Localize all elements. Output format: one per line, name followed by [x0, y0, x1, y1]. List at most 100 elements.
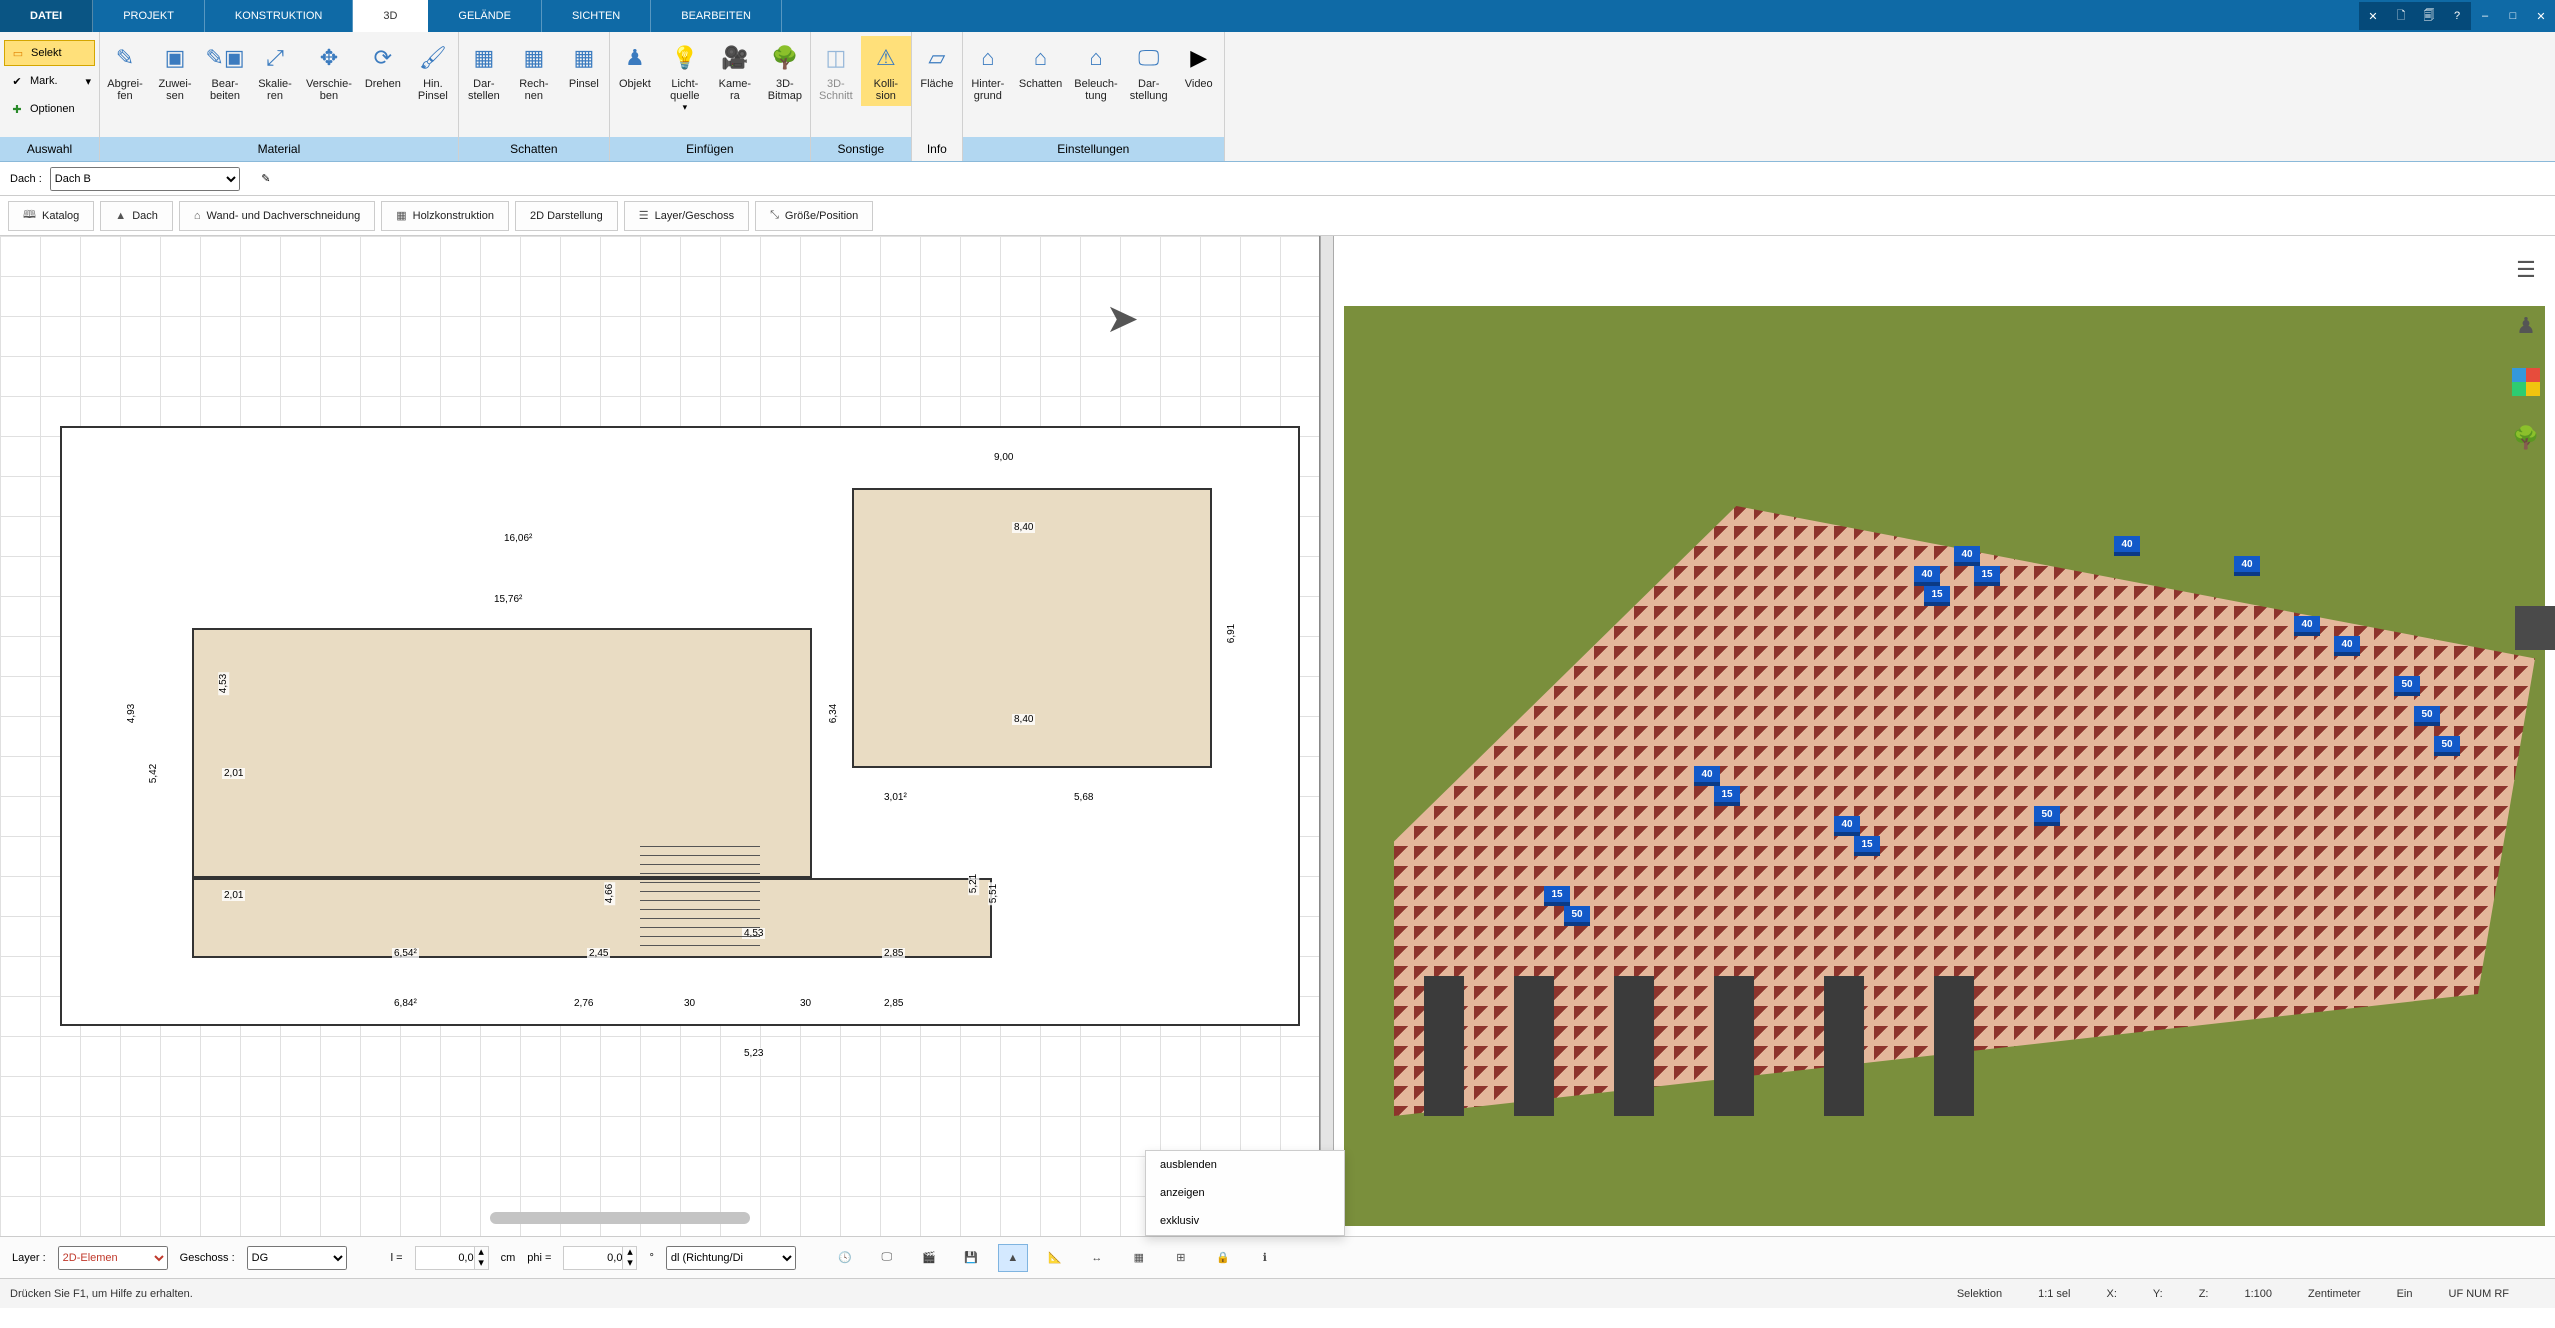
3dbitmap-button[interactable]: 🌳3D- Bitmap [760, 36, 810, 106]
room-lower[interactable] [192, 878, 992, 958]
subtab-katalog[interactable]: 🕮Katalog [8, 201, 94, 231]
dim: 4,93 [126, 702, 137, 725]
ctx-exklusiv[interactable]: exklusiv [1146, 1207, 1344, 1235]
disk-icon[interactable]: 💾 [956, 1244, 986, 1272]
layers-icon[interactable]: ☰ [2508, 252, 2544, 288]
darstellung-button[interactable]: 🖵Dar- stellung [1124, 36, 1174, 106]
view-2d[interactable]: ➤ 9,00 16,06² 5,42 4,93 15,76² 4,53 2,01… [0, 236, 1320, 1236]
ruler-icon[interactable]: 📐 [1040, 1244, 1070, 1272]
ortho-icon[interactable]: ↔ [1082, 1244, 1112, 1272]
furniture-icon[interactable]: ♟ [2508, 308, 2544, 344]
column[interactable] [1614, 976, 1654, 1116]
ctx-anzeigen[interactable]: anzeigen [1146, 1179, 1344, 1207]
play-icon: ▶ [1181, 40, 1217, 76]
screen-icon[interactable]: 🖵 [872, 1244, 902, 1272]
column[interactable] [1824, 976, 1864, 1116]
dim: 2,85 [882, 948, 905, 959]
dimension-tag: 40 [1694, 766, 1720, 786]
help-icon[interactable]: ? [2443, 2, 2471, 30]
schatten-settings-button[interactable]: ⌂Schatten [1013, 36, 1068, 94]
phi-input[interactable] [563, 1246, 623, 1270]
3dschnitt-button[interactable]: ◫3D- Schnitt [811, 36, 861, 106]
darstellen-button[interactable]: ▦Dar- stellen [459, 36, 509, 106]
hintergrund-button[interactable]: ⌂Hinter- grund [963, 36, 1013, 106]
l-input[interactable] [415, 1246, 475, 1270]
l-spinner[interactable]: ▴▾ [475, 1246, 489, 1270]
subtab-layer[interactable]: ☰Layer/Geschoss [624, 201, 749, 231]
view-3d[interactable]: 401540154040404050505015504015401550 ☰ ♟… [1334, 236, 2555, 1236]
mark-button[interactable]: ✔Mark.▾ [4, 68, 95, 94]
copy-icon[interactable]: 🗐 [2415, 2, 2443, 30]
cube-icon: ▦ [466, 40, 502, 76]
info-icon[interactable]: ℹ [1250, 1244, 1280, 1272]
view-splitter[interactable] [1320, 236, 1334, 1236]
subtab-2d[interactable]: 2D Darstellung [515, 201, 618, 231]
right-tool-rail: ☰ ♟ 🌳 [2505, 252, 2547, 456]
rail-drag-handle[interactable] [2515, 606, 2555, 650]
skalieren-button[interactable]: ⤢Skalie- ren [250, 36, 300, 106]
hinpinsel-button[interactable]: 🖌Hin. Pinsel [408, 36, 458, 106]
menu-tab-projekt[interactable]: PROJEKT [93, 0, 205, 32]
column[interactable] [1934, 976, 1974, 1116]
subtab-groesse[interactable]: ⤡Größe/Position [755, 201, 873, 231]
monitor-icon: 🖵 [1131, 40, 1167, 76]
subtab-dach[interactable]: ▲Dach [100, 201, 173, 231]
file-icon[interactable]: 🗋 [2387, 2, 2415, 30]
column[interactable] [1514, 976, 1554, 1116]
layer-select[interactable]: 2D-Elemen [58, 1246, 168, 1270]
pencil-icon[interactable]: ✎ [254, 167, 278, 191]
menu-tab-konstruktion[interactable]: KONSTRUKTION [205, 0, 353, 32]
workspace: ➤ 9,00 16,06² 5,42 4,93 15,76² 4,53 2,01… [0, 236, 2555, 1236]
selekt-button[interactable]: ▭Selekt [4, 40, 95, 66]
mode-select[interactable]: dl (Richtung/Di [666, 1246, 796, 1270]
tool-icon[interactable]: ✕ [2359, 2, 2387, 30]
flaeche-button[interactable]: ▱Fläche [912, 36, 962, 94]
column[interactable] [1714, 976, 1754, 1116]
camera2-icon[interactable]: 🎬 [914, 1244, 944, 1272]
subtab-wanddach[interactable]: ⌂Wand- und Dachverschneidung [179, 201, 375, 231]
bearbeiten-button[interactable]: ✎▣Bear- beiten [200, 36, 250, 106]
abgreifen-button[interactable]: ✎Abgrei- fen [100, 36, 150, 106]
video-button[interactable]: ▶Video [1174, 36, 1224, 94]
close-icon[interactable]: ✕ [2527, 2, 2555, 30]
kollision-button[interactable]: ⚠Kolli- sion [861, 36, 911, 106]
stairs[interactable] [640, 846, 760, 966]
color-swatch-icon[interactable] [2508, 364, 2544, 400]
beleuchtung-button[interactable]: ⌂Beleuch- tung [1068, 36, 1123, 106]
subtab-holz[interactable]: ▦Holzkonstruktion [381, 201, 509, 231]
pinsel-button[interactable]: ▦Pinsel [559, 36, 609, 94]
maximize-icon[interactable]: □ [2499, 2, 2527, 30]
dim: 6,91 [1226, 622, 1237, 645]
grid-icon[interactable]: ▦ [1124, 1244, 1154, 1272]
menu-tab-gelaende[interactable]: GELÄNDE [428, 0, 542, 32]
lichtquelle-button[interactable]: 💡Licht- quelle▾ [660, 36, 710, 117]
phi-spinner[interactable]: ▴▾ [623, 1246, 637, 1270]
gridsnap-icon[interactable]: ⊞ [1166, 1244, 1196, 1272]
menu-tab-datei[interactable]: DATEI [0, 0, 93, 32]
optionen-button[interactable]: ✚Optionen [4, 96, 95, 122]
dimension-tag: 40 [1954, 546, 1980, 566]
ribbon-group-material: Material [100, 137, 458, 161]
horizontal-scrollbar[interactable] [490, 1212, 750, 1224]
zuweisen-button[interactable]: ▣Zuwei- sen [150, 36, 200, 106]
ctx-ausblenden[interactable]: ausblenden [1146, 1151, 1344, 1179]
column[interactable] [1424, 976, 1464, 1116]
room-main[interactable] [192, 628, 812, 878]
menu-tab-sichten[interactable]: SICHTEN [542, 0, 651, 32]
dimension-tag: 40 [2234, 556, 2260, 576]
dach-select[interactable]: Dach B [50, 167, 240, 191]
lock-icon[interactable]: 🔒 [1208, 1244, 1238, 1272]
snap-icon[interactable]: ▲ [998, 1244, 1028, 1272]
minimize-icon[interactable]: – [2471, 2, 2499, 30]
kamera-button[interactable]: 🎥Kame- ra [710, 36, 760, 106]
menu-tab-bearbeiten[interactable]: BEARBEITEN [651, 0, 782, 32]
geschoss-select[interactable]: DG [247, 1246, 347, 1270]
rechnen-button[interactable]: ▦Rech- nen [509, 36, 559, 106]
objekt-button[interactable]: ♟Objekt [610, 36, 660, 94]
verschieben-button[interactable]: ✥Verschie- ben [300, 36, 358, 106]
menu-tab-3d[interactable]: 3D [353, 0, 428, 32]
tree-rail-icon[interactable]: 🌳 [2508, 420, 2544, 456]
dimension-tag: 40 [2294, 616, 2320, 636]
drehen-button[interactable]: ⟳Drehen [358, 36, 408, 94]
clock-icon[interactable]: 🕓 [830, 1244, 860, 1272]
